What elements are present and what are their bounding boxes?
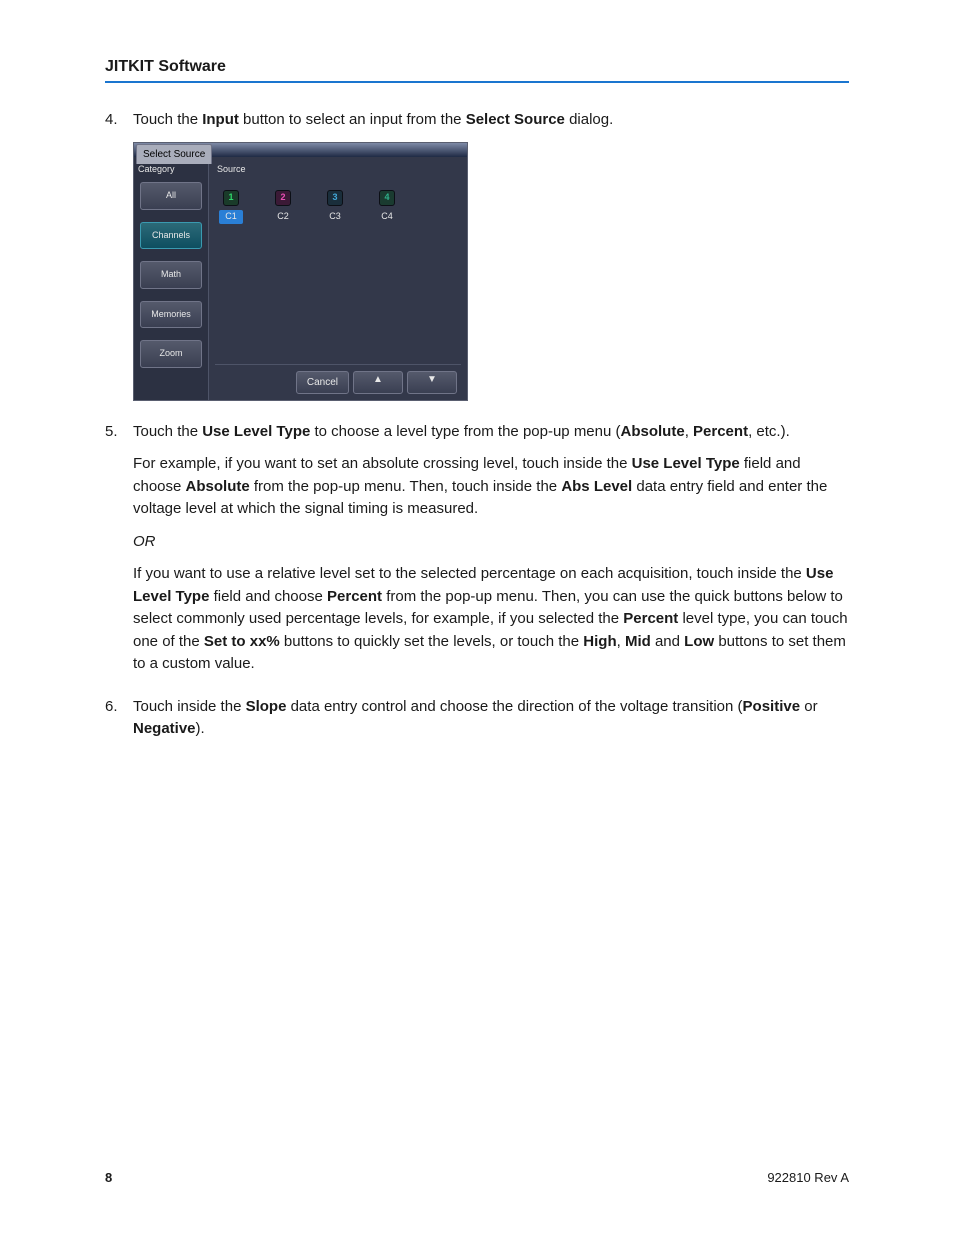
channel-icon: 1: [223, 190, 239, 206]
source-c1[interactable]: 1 C1: [219, 190, 243, 356]
category-math[interactable]: Math: [140, 261, 202, 289]
step-number: 6.: [105, 696, 118, 719]
dialog-titlebar: Select Source: [134, 143, 467, 157]
source-label: C4: [375, 210, 399, 224]
step-6: 6. Touch inside the Slope data entry con…: [105, 696, 849, 741]
step-text: Touch the Input button to select an inpu…: [133, 111, 613, 128]
source-c4[interactable]: 4 C4: [375, 190, 399, 356]
step-5-or: OR: [133, 531, 849, 554]
source-heading: Source: [215, 161, 461, 183]
channel-icon: 2: [275, 190, 291, 206]
dialog-body: Category All Channels Math Memories Zoom…: [134, 157, 467, 400]
channel-icon: 3: [327, 190, 343, 206]
up-button[interactable]: ▲: [353, 371, 403, 394]
step-4: 4. Touch the Input button to select an i…: [105, 109, 849, 401]
revision-label: 922810 Rev A: [767, 1168, 849, 1188]
document-page: JITKIT Software 4. Touch the Input butto…: [0, 0, 954, 1235]
source-label: C1: [219, 210, 243, 224]
down-button[interactable]: ▼: [407, 371, 457, 394]
step-5-para-1: For example, if you want to set an absol…: [133, 453, 849, 521]
step-number: 5.: [105, 421, 118, 444]
category-all[interactable]: All: [140, 182, 202, 210]
page-number: 8: [105, 1168, 112, 1188]
source-c2[interactable]: 2 C2: [271, 190, 295, 356]
page-title: JITKIT Software: [105, 55, 849, 83]
category-panel: Category All Channels Math Memories Zoom: [134, 157, 209, 400]
cancel-button[interactable]: Cancel: [296, 371, 349, 394]
dialog-tab[interactable]: Select Source: [136, 144, 212, 164]
step-5: 5. Touch the Use Level Type to choose a …: [105, 421, 849, 676]
dialog-footer: Cancel ▲ ▼: [215, 364, 461, 400]
channel-icon: 4: [379, 190, 395, 206]
source-panel: Source 1 C1 2 C2 3: [209, 157, 467, 400]
category-zoom[interactable]: Zoom: [140, 340, 202, 368]
page-footer: 8 922810 Rev A: [105, 1168, 849, 1188]
source-grid: 1 C1 2 C2 3 C3: [215, 182, 461, 364]
step-text: Touch the Use Level Type to choose a lev…: [133, 423, 790, 440]
step-number: 4.: [105, 109, 118, 132]
category-channels[interactable]: Channels: [140, 222, 202, 250]
source-c3[interactable]: 3 C3: [323, 190, 347, 356]
step-5-para-2: If you want to use a relative level set …: [133, 563, 849, 676]
category-heading: Category: [134, 161, 208, 183]
source-label: C2: [271, 210, 295, 224]
step-text: Touch inside the Slope data entry contro…: [133, 698, 818, 738]
source-label: C3: [323, 210, 347, 224]
category-memories[interactable]: Memories: [140, 301, 202, 329]
select-source-dialog: Select Source Category All Channels Math…: [133, 142, 468, 401]
step-list: 4. Touch the Input button to select an i…: [105, 109, 849, 741]
